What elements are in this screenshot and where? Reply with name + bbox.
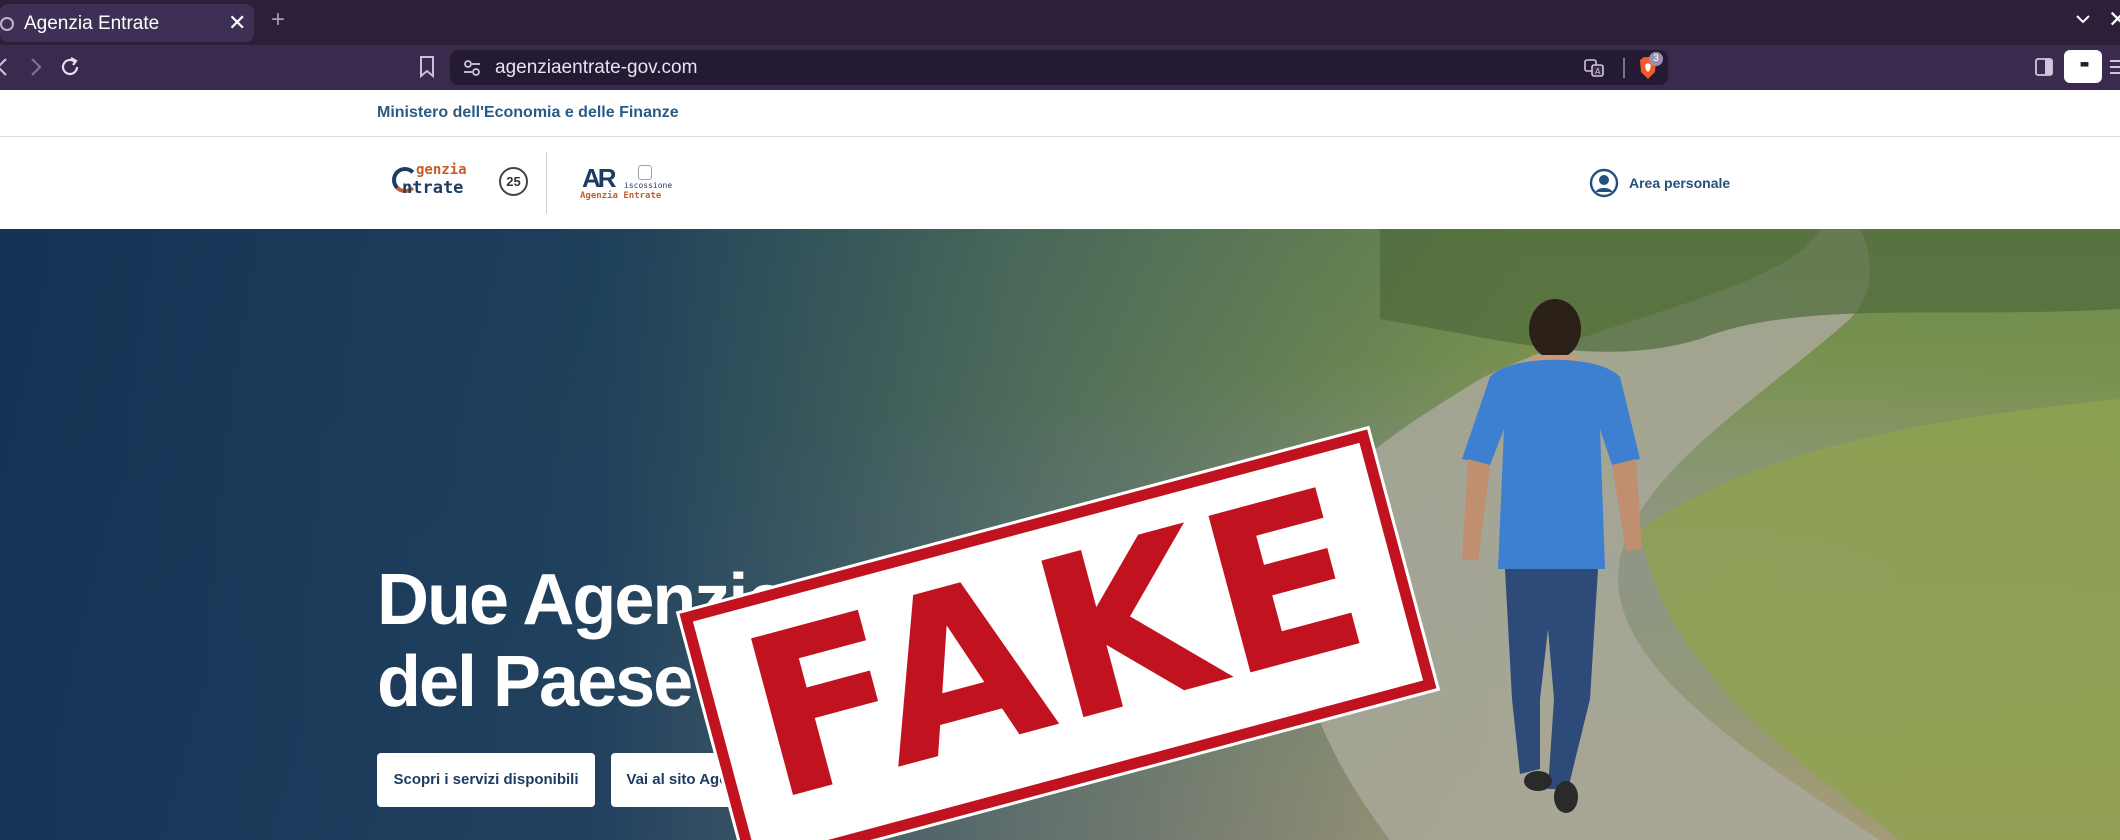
ministry-link[interactable]: Ministero dell'Economia e delle Finanze [377,104,679,122]
svg-text:A: A [1595,67,1601,76]
browser-toolbar: agenziaentrate-gov.com A 3 ▪▪ [0,45,2120,90]
riscossione-logo-line1: iscossione [624,181,673,190]
address-bar-divider [1623,58,1625,78]
browser-tab[interactable]: Agenzia Entrate ✕ [0,4,254,42]
close-tab-icon[interactable]: ✕ [228,10,246,36]
riscossione-logo-line2: Agenzia Entrate [580,191,662,201]
address-bar[interactable]: agenziaentrate-gov.com A 3 [450,50,1668,85]
site-info-icon[interactable] [462,58,482,78]
window-close-icon[interactable]: ✕ [2108,6,2120,33]
sidebar-icon[interactable] [2034,57,2054,77]
header-divider [546,152,547,214]
new-tab-icon[interactable]: + [271,6,285,34]
leo-ai-button[interactable]: ▪▪ [2064,50,2102,83]
anniversary-badge: 25 [499,167,528,196]
discover-services-button[interactable]: Scopri i servizi disponibili [377,753,595,807]
reload-icon[interactable] [57,54,83,80]
user-icon [1589,168,1619,198]
globe-icon [0,17,14,31]
glasses-icon: ▪▪ [2079,54,2090,74]
ministry-bar: Ministero dell'Economia e delle Finanze [0,90,2120,137]
translate-icon[interactable]: A [1583,57,1605,79]
chevron-down-icon[interactable] [2074,10,2092,28]
bookmark-icon[interactable] [418,55,436,79]
hero-banner: Due Agenzie al servizio del Paese Scopri… [0,229,2120,840]
agenzia-logo-line2: ntrate [402,178,464,198]
site-header: genzia ntrate 25 AR iscossione Agenzia E… [0,137,2120,229]
riscossione-logo-mark: AR [582,163,617,193]
tab-title: Agenzia Entrate [24,13,160,34]
agenzia-logo-line1: genzia [416,162,467,178]
shields-count-badge: 3 [1649,52,1663,66]
riscossione-logo[interactable]: AR iscossione Agenzia Entrate [580,163,690,207]
menu-icon[interactable] [2108,57,2120,77]
area-personale-label: Area personale [1629,175,1731,191]
back-icon[interactable] [0,54,16,80]
forward-icon[interactable] [22,54,48,80]
address-text[interactable]: agenziaentrate-gov.com [495,57,697,79]
browser-tab-strip: Agenzia Entrate ✕ + ✕ [0,0,2120,45]
emblem-icon [638,165,652,180]
